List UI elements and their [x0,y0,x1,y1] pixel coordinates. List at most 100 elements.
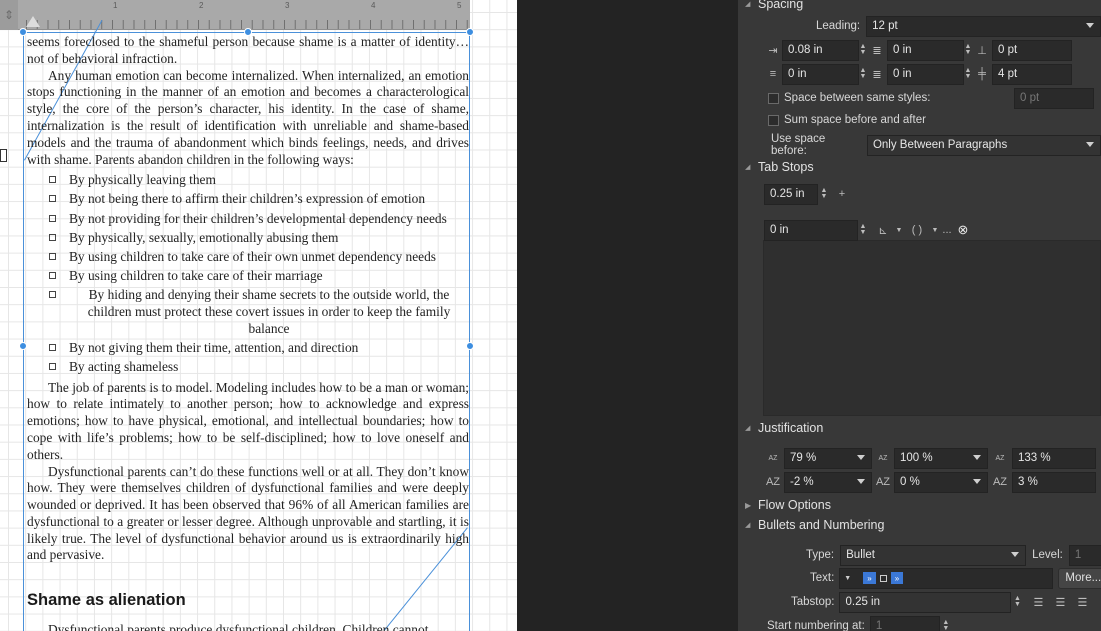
tab-alignment-icon[interactable]: ⊾ [873,224,893,237]
tab-stops-list[interactable] [763,240,1101,416]
frame-handle[interactable] [19,28,27,36]
ruler-corner-icon[interactable]: ⇕ [0,0,18,30]
chevron-down-icon [1086,141,1094,147]
section-header-flow-options[interactable]: ▶ Flow Options [745,495,831,515]
list-item: By not giving them their time, attention… [49,340,469,357]
desired-letter-spacing-icon: AZ [875,476,891,488]
frame-handle[interactable] [19,342,27,350]
left-indent-field[interactable]: 0.08 in [782,39,859,61]
first-line-indent-field[interactable]: 0 in [887,39,964,61]
space-between-label: Space between same styles: [784,92,931,104]
more-button[interactable]: More... [1058,567,1101,589]
tab-position-stepper[interactable]: ▲ ▼ [859,223,867,236]
chevron-down-icon[interactable]: ▼ [844,575,851,582]
bullet-level-field[interactable]: 1 [1068,544,1101,566]
bullet-level-label: Level: [1032,549,1063,561]
default-tab-field[interactable]: 0.25 in [764,183,818,205]
start-numbering-field[interactable]: 1 [869,615,940,631]
list-item: By physically leaving them [49,172,469,189]
bullet-square-icon [49,271,56,279]
bullet-text-field[interactable]: ▼ » » [839,567,1054,589]
default-tab-stepper[interactable]: ▲ ▼ [820,187,828,200]
paragraph: The job of parents is to model. Modeling… [27,379,469,462]
section-header-spacing[interactable]: ◢ Spacing [745,0,803,14]
word-spacing-row: AZ 79 % AZ 100 % AZ 133 % [762,447,1096,469]
max-word-spacing-field[interactable]: 133 % [1012,447,1096,469]
space-after-field[interactable]: 4 pt [992,63,1072,85]
indent-row-1: ⇥ 0.08 in ▲ ▼ ≣ 0 in ▲ ▼ ⊥ 0 pt [764,39,1072,61]
expand-triangle-icon[interactable]: ▶ [745,501,751,510]
story-text[interactable]: seems foreclosed to the shameful person … [27,34,469,631]
text-frame-inport-icon[interactable] [0,149,7,162]
sum-space-checkbox[interactable] [768,114,779,126]
space-between-field[interactable]: 0 pt [1014,87,1094,109]
bullet-text-label: Text: [810,572,835,584]
bullet-square-icon [879,574,887,582]
use-space-dropdown[interactable]: Only Between Paragraphs [866,134,1101,156]
indent-row-2: ≡ 0 in ▲ ▼ ≣ 0 in ▲ ▼ ╪ 4 pt [764,63,1072,85]
chevron-down-icon [857,478,865,484]
first-line-indent-icon: ≣ [872,44,882,57]
last-line-indent-icon: ≣ [872,68,882,81]
start-numbering-stepper[interactable]: ▲ ▼ [942,619,950,631]
tab-position-field[interactable]: 0 in [764,219,858,241]
bullet-tabstop-row: Tabstop: 0.25 in ▲ ▼ ☰ ☰ ☰ [791,591,1093,613]
chevron-down-icon [1086,22,1095,28]
bullet-type-dropdown[interactable]: Bullet [840,544,1027,566]
collapse-triangle-icon[interactable]: ◢ [745,424,750,432]
right-indent-field[interactable]: 0 in [782,63,859,85]
collapse-triangle-icon[interactable]: ◢ [745,521,750,529]
chevron-down-icon[interactable]: ▼ [893,227,905,234]
max-letter-spacing-field[interactable]: 3 % [1012,471,1096,493]
section-header-justification[interactable]: ◢ Justification [745,418,823,438]
bullet-tabstop-field[interactable]: 0.25 in [839,591,1012,613]
align-center-icon[interactable]: ☰ [1049,596,1071,609]
bullet-token: » [863,572,876,584]
collapse-triangle-icon[interactable]: ◢ [745,0,750,8]
chevron-down-icon [973,478,981,484]
align-right-icon[interactable]: ☰ [1071,596,1093,609]
add-tab-stop-icon[interactable]: + [832,188,852,200]
tab-leader-icon[interactable]: ( ) [905,224,929,236]
list-item: By using children to take care of their … [49,268,469,285]
collapse-triangle-icon[interactable]: ◢ [745,163,750,171]
tab-stop-edit-row: 0 in ▲ ▼ ⊾ ▼ ( ) ▼ ... ⊗ [764,219,973,241]
sum-space-label: Sum space before and after [784,114,926,126]
bullet-square-icon [49,195,56,203]
section-header-tab-stops[interactable]: ◢ Tab Stops [745,157,814,177]
space-between-checkbox[interactable] [768,92,779,104]
last-line-indent-field[interactable]: 0 in [887,63,964,85]
min-word-spacing-field[interactable]: 79 % [784,447,872,469]
left-indent-stepper[interactable]: ▲ ▼ [859,43,867,56]
paragraph: Any human emotion can become internalize… [27,67,469,167]
paragraph: Dysfunctional parents can’t do these fun… [27,463,469,563]
section-header-bullets-numbering[interactable]: ◢ Bullets and Numbering [745,515,884,535]
right-indent-stepper[interactable]: ▲ ▼ [859,67,867,80]
sum-space-row: Sum space before and after [768,109,926,131]
space-between-row: Space between same styles: 0 pt [768,87,1094,109]
list-item: By not providing for their children’s de… [49,211,469,228]
indent-marker[interactable] [26,16,40,27]
space-before-field[interactable]: 0 pt [992,39,1072,61]
use-space-row: Use space before: Only Between Paragraph… [771,133,1101,157]
chevron-down-icon[interactable]: ▼ [929,227,941,234]
bullet-tabstop-stepper[interactable]: ▲ ▼ [1013,595,1021,608]
bullet-token: » [890,572,904,584]
start-numbering-row: Start numbering at: 1 ▲ ▼ [767,615,950,631]
desired-word-spacing-field[interactable]: 100 % [894,447,988,469]
document-canvas[interactable]: ⇕ 1 2 3 4 5 seems foreclosed to the sham… [0,0,517,631]
horizontal-ruler[interactable]: ⇕ 1 2 3 4 5 [0,0,470,30]
leading-row: Leading: 12 pt [816,15,1101,37]
pasteboard-dark-area [517,0,738,631]
min-letter-spacing-field[interactable]: -2 % [784,471,872,493]
min-word-spacing-icon: AZ [768,454,778,462]
delete-tab-stop-icon[interactable]: ⊗ [953,222,973,238]
paragraph-panel: ◢ Spacing Leading: 12 pt ⇥ 0.08 in ▲ ▼ ≣ 0… [738,0,1101,631]
first-line-indent-stepper[interactable]: ▲ ▼ [964,43,972,56]
letter-spacing-row: AZ -2 % AZ 0 % AZ 3 % [762,471,1096,493]
leading-dropdown[interactable]: 12 pt [866,15,1101,37]
more-icon[interactable]: ... [941,224,953,236]
last-line-indent-stepper[interactable]: ▲ ▼ [964,67,972,80]
align-left-icon[interactable]: ☰ [1027,596,1049,609]
desired-letter-spacing-field[interactable]: 0 % [894,471,988,493]
